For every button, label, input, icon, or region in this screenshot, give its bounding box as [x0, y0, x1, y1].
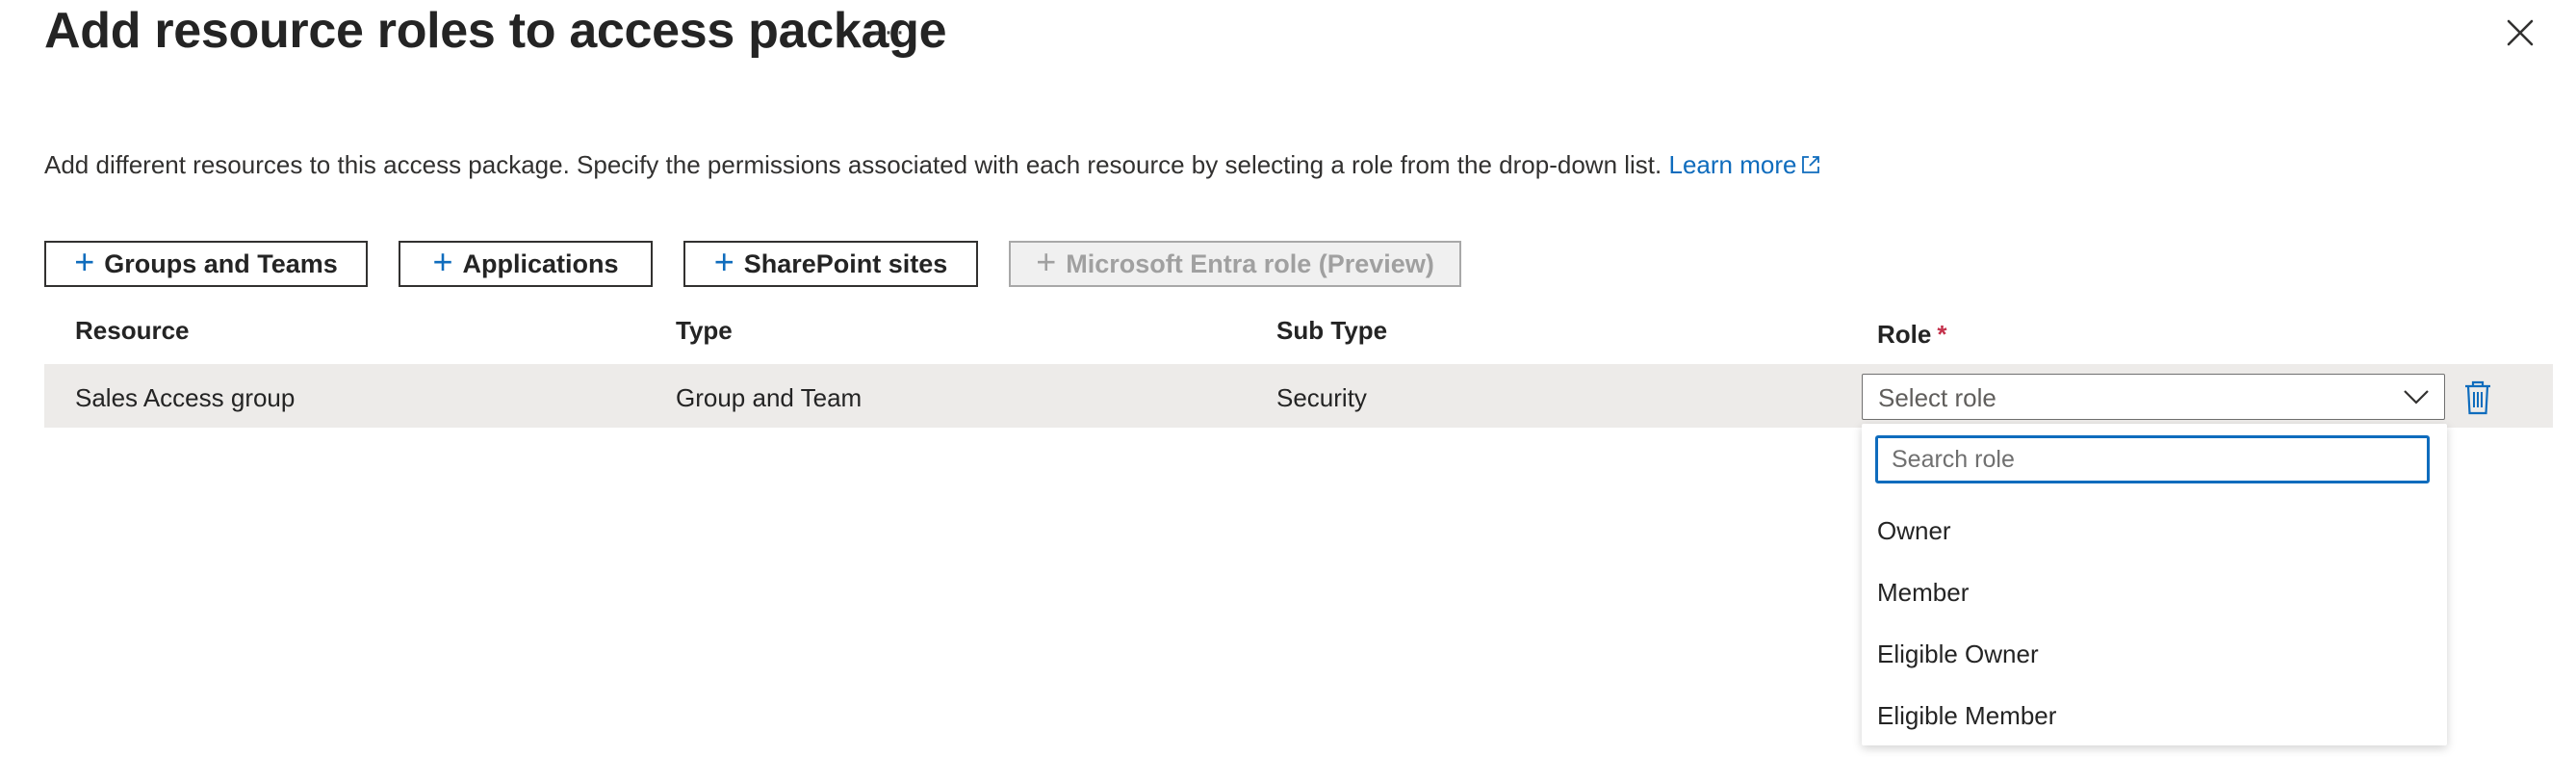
role-option-eligible-owner[interactable]: Eligible Owner — [1877, 640, 2039, 669]
cell-type: Group and Team — [676, 383, 863, 412]
column-header-role: Role * — [1877, 320, 1946, 350]
role-select-value: Select role — [1878, 383, 1996, 412]
learn-more-label: Learn more — [1668, 150, 1797, 179]
role-option-owner[interactable]: Owner — [1877, 516, 1951, 546]
delete-icon[interactable] — [2462, 379, 2493, 416]
add-sharepoint-sites-button[interactable]: + SharePoint sites — [683, 241, 978, 287]
plus-icon: + — [713, 242, 734, 281]
required-marker: * — [1937, 320, 1947, 349]
search-role-input[interactable] — [1875, 435, 2430, 483]
column-header-type: Type — [676, 316, 733, 345]
role-option-eligible-member[interactable]: Eligible Member — [1877, 701, 2056, 731]
role-dropdown-list: Owner Member Eligible Owner Eligible Mem… — [1862, 424, 2447, 745]
chevron-down-icon — [2404, 390, 2429, 405]
more-options-button[interactable]: ··· — [872, 15, 907, 48]
plus-icon: + — [432, 242, 453, 281]
role-header-label: Role — [1877, 320, 1932, 349]
cell-subtype: Security — [1276, 383, 1367, 412]
add-entra-label: Microsoft Entra role (Preview) — [1066, 248, 1434, 278]
add-groups-label: Groups and Teams — [104, 248, 338, 278]
plus-icon: + — [74, 242, 95, 281]
add-groups-and-teams-button[interactable]: + Groups and Teams — [44, 241, 368, 287]
add-sharepoint-label: SharePoint sites — [743, 248, 948, 278]
external-link-icon — [1802, 156, 1820, 173]
description: Add different resources to this access p… — [44, 150, 1821, 180]
column-header-resource: Resource — [75, 316, 190, 345]
page-title: Add resource roles to access package — [44, 3, 947, 59]
description-text: Add different resources to this access p… — [44, 150, 1662, 179]
role-select[interactable]: Select role — [1862, 374, 2445, 420]
learn-more-link[interactable]: Learn more — [1668, 150, 1821, 179]
add-entra-role-button: + Microsoft Entra role (Preview) — [1009, 241, 1461, 287]
column-header-subtype: Sub Type — [1276, 316, 1388, 345]
add-applications-button[interactable]: + Applications — [399, 241, 653, 287]
add-applications-label: Applications — [462, 248, 619, 278]
cell-resource: Sales Access group — [75, 383, 296, 412]
close-icon[interactable] — [2503, 15, 2537, 50]
role-option-member[interactable]: Member — [1877, 578, 1969, 608]
plus-icon: + — [1036, 242, 1057, 281]
